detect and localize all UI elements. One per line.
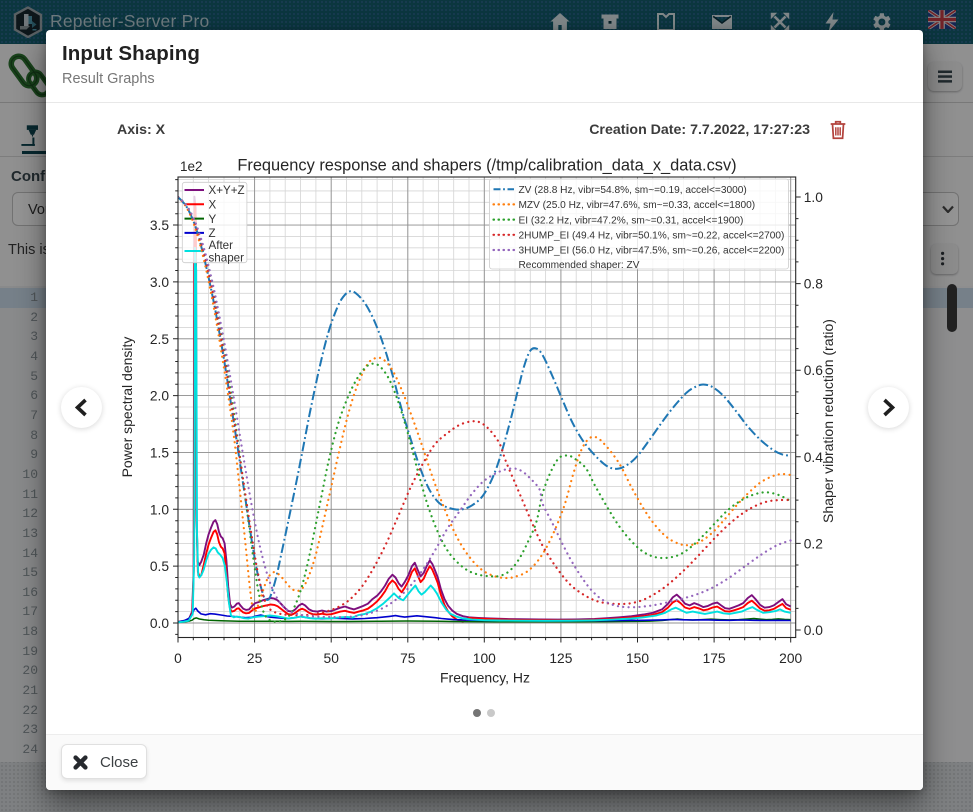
svg-text:1e2: 1e2 [180,159,203,174]
svg-text:Frequency response and shapers: Frequency response and shapers (/tmp/cal… [237,157,736,175]
svg-text:EI (32.2 Hz, vibr=47.2%, sm~=0: EI (32.2 Hz, vibr=47.2%, sm~=0.31, accel… [519,215,744,226]
svg-text:0.8: 0.8 [804,277,824,292]
svg-text:3.5: 3.5 [150,218,170,233]
svg-text:ZV (28.8 Hz, vibr=54.8%, sm~=0: ZV (28.8 Hz, vibr=54.8%, sm~=0.19, accel… [519,185,747,196]
svg-text:1.0: 1.0 [804,190,824,205]
svg-text:Shaper vibration reduction (ra: Shaper vibration reduction (ratio) [820,319,836,523]
svg-text:150: 150 [626,651,649,666]
svg-text:X: X [209,199,217,212]
svg-text:2HUMP_EI (49.4 Hz, vibr=50.1%,: 2HUMP_EI (49.4 Hz, vibr=50.1%, sm~=0.22,… [519,231,785,242]
svg-text:3.0: 3.0 [150,275,170,290]
svg-text:1.5: 1.5 [150,445,170,460]
svg-text:100: 100 [473,651,496,666]
svg-text:50: 50 [324,651,340,666]
svg-text:2.0: 2.0 [150,389,170,404]
svg-text:3HUMP_EI (56.0 Hz, vibr=47.5%,: 3HUMP_EI (56.0 Hz, vibr=47.5%, sm~=0.26,… [519,246,785,257]
svg-text:175: 175 [703,651,726,666]
svg-text:After: After [209,239,234,252]
svg-text:0.0: 0.0 [804,623,824,638]
svg-text:Recommended shaper: ZV: Recommended shaper: ZV [519,260,640,271]
svg-text:Power spectral density: Power spectral density [119,337,135,478]
svg-text:2.5: 2.5 [150,332,170,347]
svg-text:0.5: 0.5 [150,559,170,574]
svg-text:Y: Y [209,213,217,226]
svg-text:0: 0 [174,651,182,666]
svg-text:Frequency, Hz: Frequency, Hz [440,670,530,686]
svg-text:125: 125 [549,651,572,666]
svg-text:0.0: 0.0 [150,616,170,631]
svg-text:0.2: 0.2 [804,536,823,551]
svg-text:25: 25 [247,651,263,666]
svg-text:shaper: shaper [209,252,245,265]
svg-text:MZV (25.0 Hz, vibr=47.6%, sm~=: MZV (25.0 Hz, vibr=47.6%, sm~=0.33, acce… [519,200,756,211]
svg-text:200: 200 [779,651,802,666]
svg-text:X+Y+Z: X+Y+Z [209,184,245,197]
svg-text:1.0: 1.0 [150,502,170,517]
svg-text:75: 75 [400,651,416,666]
